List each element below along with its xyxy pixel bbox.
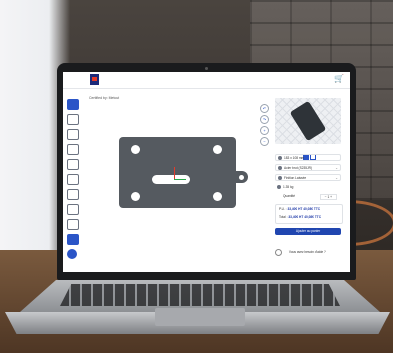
- chevron-down-icon: ⌄: [335, 166, 338, 170]
- layer-tool-icon[interactable]: [67, 144, 79, 155]
- total-price-ttc: 40,08€ TTC: [304, 215, 322, 219]
- config-panel: 183 x 108 mm Acier brut (S235JR) ⌄ Finit…: [275, 98, 346, 268]
- tab-hole: [239, 175, 244, 180]
- circle-tool-icon[interactable]: [67, 129, 79, 140]
- weight-icon: [277, 185, 281, 189]
- unit-price-label: P.U. :: [279, 207, 287, 211]
- quantity-label: Quantité: [283, 194, 296, 198]
- add-to-cart-button[interactable]: Ajouter au panier: [275, 228, 341, 235]
- part-hole: [131, 192, 140, 201]
- dimensions-value: 183 x 108 mm: [284, 156, 305, 160]
- chat-button[interactable]: [67, 249, 77, 259]
- preview-part: [289, 100, 327, 142]
- quantity-value: 1: [327, 195, 330, 199]
- ruler-icon: [278, 156, 282, 160]
- unit-price-row: P.U. : 33,40€ HT 40,08€ TTC: [276, 205, 342, 213]
- select-tool-icon[interactable]: [67, 99, 79, 110]
- fold-tool-icon[interactable]: [67, 189, 79, 200]
- export-tool-icon[interactable]: [67, 234, 79, 245]
- keyboard: [60, 284, 340, 306]
- help-link[interactable]: Vous avez besoin d'aide ?: [275, 248, 345, 256]
- rectangle-tool-icon[interactable]: [67, 114, 79, 125]
- laptop-screen: 🛒 Certified by: Metcut ↶ ↷ + − 183 x 108…: [63, 72, 350, 272]
- part-preview: [275, 98, 341, 144]
- y-axis-gizmo: [174, 167, 175, 179]
- chevron-down-icon: ⌄: [335, 176, 338, 180]
- price-box: P.U. : 33,40€ HT 40,08€ TTC Total : 33,4…: [275, 204, 343, 224]
- cart-icon[interactable]: 🛒: [334, 74, 344, 83]
- photo-scene: 🛒 Certified by: Metcut ↶ ↷ + − 183 x 108…: [0, 0, 393, 353]
- total-price-label: Total :: [279, 215, 288, 219]
- quantity-stepper[interactable]: − 1 +: [319, 194, 337, 200]
- total-price-row: Total : 33,40€ HT 40,08€ TTC: [276, 213, 342, 221]
- cut-tool-icon[interactable]: [67, 204, 79, 215]
- brand-logo[interactable]: [90, 74, 99, 85]
- breadcrumb: Certified by: Metcut: [89, 96, 120, 100]
- total-price-ht: 33,40€ HT: [288, 215, 304, 219]
- part-hole: [213, 192, 222, 201]
- material-value: Acier brut (S235JR): [284, 166, 312, 170]
- document-tool-icon[interactable]: [67, 174, 79, 185]
- more-tool-icon[interactable]: [67, 159, 79, 170]
- material-icon: [278, 166, 282, 170]
- dimensions-field: 183 x 108 mm: [275, 154, 341, 161]
- unit-price-ht: 33,40€ HT: [287, 207, 303, 211]
- material-select[interactable]: Acier brut (S235JR) ⌄: [275, 164, 341, 171]
- top-bar: 🛒: [63, 72, 350, 89]
- help-icon: [275, 248, 282, 256]
- part-hole: [131, 145, 140, 154]
- quantity-row: Quantité − 1 +: [275, 194, 341, 200]
- finish-select[interactable]: Finition Laissée ⌄: [275, 174, 341, 181]
- settings-tool-icon[interactable]: [67, 219, 79, 230]
- x-axis-gizmo: [174, 179, 186, 180]
- webcam: [205, 67, 208, 70]
- finish-icon: [278, 176, 282, 180]
- zoom-out-icon[interactable]: −: [260, 137, 269, 146]
- undo-icon[interactable]: ↶: [260, 104, 269, 113]
- zoom-in-icon[interactable]: +: [260, 126, 269, 135]
- weight-value: 1.35 kg: [283, 185, 294, 189]
- trackpad: [155, 308, 245, 326]
- tool-sidebar: [67, 99, 79, 257]
- unit-price-ttc: 40,08€ TTC: [303, 207, 321, 211]
- plus-icon[interactable]: +: [330, 195, 332, 199]
- view-tools: ↶ ↷ + −: [260, 104, 270, 148]
- help-text: Vous avez besoin d'aide ?: [288, 250, 326, 254]
- weight-field: 1.35 kg: [275, 184, 341, 191]
- finish-value: Finition Laissée: [284, 176, 307, 180]
- redo-icon[interactable]: ↷: [260, 115, 269, 124]
- part-hole: [213, 145, 222, 154]
